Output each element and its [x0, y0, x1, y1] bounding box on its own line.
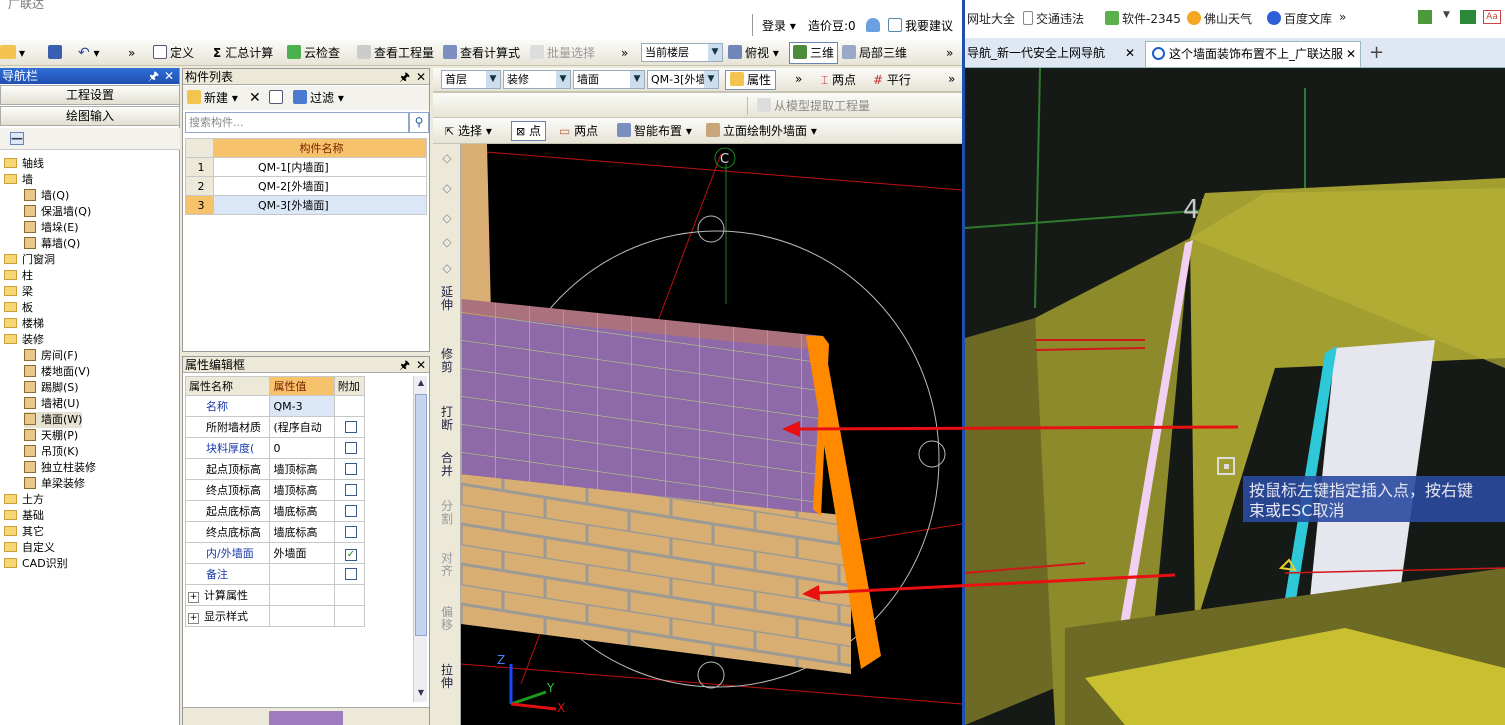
arrowhead-icon: [802, 585, 820, 601]
annotation-overlay: [782, 421, 1239, 601]
red-arrow-top: [797, 425, 1239, 431]
red-arrow-bottom: [817, 573, 1176, 595]
arrowhead-icon: [782, 421, 800, 437]
